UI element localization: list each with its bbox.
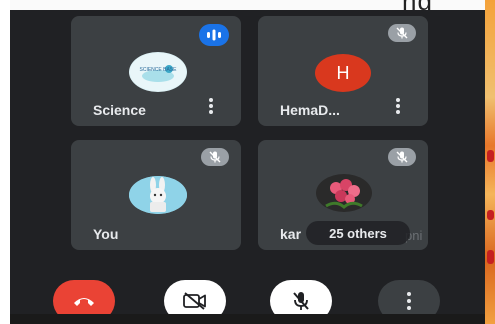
avatar xyxy=(129,176,187,214)
bunny-avatar-icon xyxy=(129,176,187,214)
muted-indicator xyxy=(388,24,416,42)
mic-off-icon xyxy=(396,151,408,163)
speaking-indicator xyxy=(199,24,229,46)
participant-name: Science xyxy=(93,102,146,118)
photo-bottom-strip xyxy=(10,314,485,324)
video-off-icon xyxy=(183,292,206,310)
mic-off-icon xyxy=(209,151,221,163)
photo-edge-right xyxy=(485,0,495,324)
science-logo-icon: SCIENCE BASE xyxy=(130,53,186,91)
muted-indicator xyxy=(201,148,229,166)
audio-wave-icon xyxy=(207,29,221,41)
participant-name: kar xyxy=(280,226,302,242)
participant-tile-science[interactable]: SCIENCE BASE Science xyxy=(71,16,241,126)
flower-avatar-icon xyxy=(325,179,363,209)
svg-text:SCIENCE BASE: SCIENCE BASE xyxy=(140,67,178,73)
meeting-screen: SCIENCE BASE Science H HemaD... You kar … xyxy=(10,10,485,322)
participant-name: You xyxy=(93,226,119,242)
phone-hangup-icon xyxy=(74,298,94,306)
participant-tile-you[interactable]: You xyxy=(71,140,241,250)
mic-off-icon xyxy=(396,27,408,39)
photo-top-strip: ng xyxy=(10,0,485,16)
avatar: SCIENCE BASE xyxy=(129,52,187,92)
more-vert-icon xyxy=(406,292,412,310)
mic-off-icon xyxy=(293,292,309,310)
muted-indicator xyxy=(388,148,416,166)
others-count-pill[interactable]: 25 others xyxy=(306,221,410,245)
avatar xyxy=(316,174,372,212)
photo-edge-left xyxy=(0,0,10,324)
more-vert-icon[interactable] xyxy=(208,98,214,116)
participant-name: HemaD... xyxy=(280,102,340,118)
participant-tile-hemad[interactable]: H HemaD... xyxy=(258,16,428,126)
avatar: H xyxy=(315,54,371,92)
more-vert-icon[interactable] xyxy=(395,98,401,116)
